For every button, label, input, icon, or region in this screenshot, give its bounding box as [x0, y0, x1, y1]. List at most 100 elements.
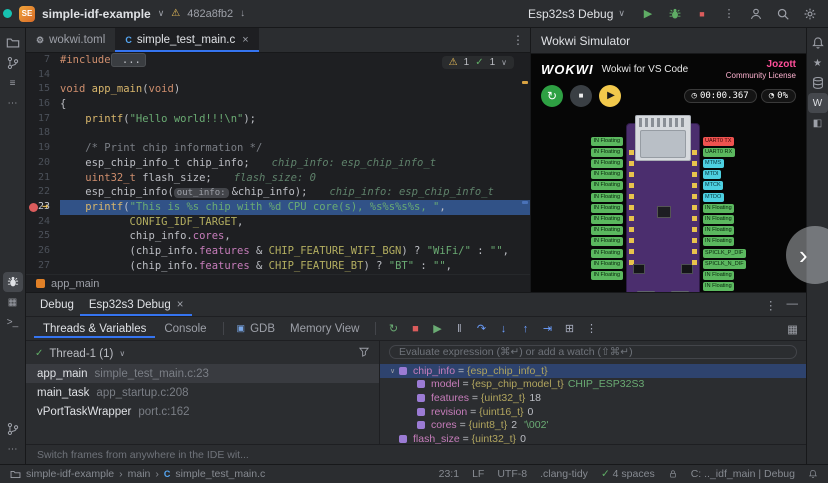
code-line[interactable]: 20 esp_chip_info_t chip_info;chip_info: …: [26, 156, 530, 171]
pin-label[interactable]: IN Floating: [591, 226, 623, 235]
breadcrumb[interactable]: simple-idf-example: [26, 468, 114, 480]
pin-label[interactable]: IN Floating: [591, 215, 623, 224]
pin-label[interactable]: IN Floating: [591, 260, 623, 269]
gutter-line-number[interactable]: 27: [26, 259, 60, 274]
pin-label[interactable]: MTDI: [703, 170, 721, 179]
code-line[interactable]: 19 /* Print chip information */: [26, 141, 530, 156]
pin-label[interactable]: MTCK: [703, 181, 724, 190]
pin-label[interactable]: IN Floating: [703, 271, 735, 280]
pin-label[interactable]: SPICLK_P_DIF: [703, 249, 746, 258]
tab-threads-variables[interactable]: Threads & Variables: [34, 320, 155, 338]
settings-gear-icon[interactable]: [800, 4, 820, 24]
gutter-line-number[interactable]: 22: [26, 185, 60, 200]
encoding[interactable]: UTF-8: [497, 468, 527, 480]
pin-label[interactable]: IN Floating: [591, 181, 623, 190]
gutter-line-number[interactable]: 28: [26, 273, 60, 274]
boot-button[interactable]: [681, 264, 693, 274]
gutter-line-number[interactable]: 17: [26, 112, 60, 127]
close-icon[interactable]: ×: [177, 299, 184, 311]
resume-icon[interactable]: ▶: [427, 320, 447, 338]
stack-frame-row[interactable]: main_taskapp_startup.c:208: [26, 383, 379, 402]
tab-console[interactable]: Console: [155, 320, 215, 338]
code-line[interactable]: 21 uint32_t flash_size;flash_size: 0: [26, 171, 530, 186]
gutter-line-number[interactable]: 20: [26, 156, 60, 171]
pin-label[interactable]: IN Floating: [703, 282, 735, 291]
evaluate-icon[interactable]: ⊞: [559, 320, 579, 338]
code-line[interactable]: 15void app_main(void): [26, 82, 530, 97]
project-folder-icon[interactable]: [3, 33, 23, 53]
editor-tab[interactable]: Csimple_test_main.c×: [115, 28, 258, 52]
layout-settings-icon[interactable]: ▦: [787, 322, 798, 336]
more-bottom-icon[interactable]: ⋯: [3, 439, 23, 459]
board-canvas[interactable]: IN Floating IN Floating IN Floating IN Floa…: [531, 111, 806, 292]
vcs-update-icon[interactable]: ↓: [240, 8, 245, 19]
line-ending[interactable]: LF: [472, 468, 484, 480]
variable-row[interactable]: model = {esp_chip_model_t}CHIP_ESP32S3: [380, 378, 806, 392]
code-line[interactable]: 26 (chip_info.features & CHIP_FEATURE_WI…: [26, 244, 530, 259]
code-line[interactable]: 25 chip_info.cores,: [26, 229, 530, 244]
debug-panel-title[interactable]: Debug: [34, 299, 80, 311]
step-into-icon[interactable]: ↓: [493, 320, 513, 338]
pin-label[interactable]: IN Floating: [591, 193, 623, 202]
search-icon[interactable]: [773, 4, 793, 24]
project-name[interactable]: simple-idf-example: [42, 7, 151, 21]
device-manager-icon[interactable]: ◧: [808, 113, 828, 133]
stack-frame-row[interactable]: app_mainsimple_test_main.c:23: [26, 364, 379, 383]
code-line[interactable]: 16{: [26, 97, 530, 112]
stop-button[interactable]: ■: [692, 4, 712, 24]
gutter-line-number[interactable]: 15: [26, 82, 60, 97]
gutter-line-number[interactable]: 24: [26, 215, 60, 230]
gutter-line-number[interactable]: 26: [26, 244, 60, 259]
pin-label[interactable]: IN Floating: [591, 148, 623, 157]
pin-label[interactable]: IN Floating: [703, 226, 735, 235]
wokwi-icon[interactable]: W: [808, 93, 828, 113]
pin-label[interactable]: UART0 TX: [703, 137, 734, 146]
play-simulation-button[interactable]: ▶: [599, 85, 621, 107]
more-options-icon[interactable]: ⋮: [581, 320, 601, 338]
run-to-cursor-icon[interactable]: ⇥: [537, 320, 557, 338]
step-over-icon[interactable]: ↷: [471, 320, 491, 338]
code-line[interactable]: 17 printf("Hello world!!!\n");: [26, 112, 530, 127]
code-line[interactable]: 23→ printf("This is %s chip with %d CPU …: [26, 200, 530, 215]
code-line[interactable]: 14: [26, 68, 530, 83]
more-actions-icon[interactable]: ⋮: [719, 4, 739, 24]
panel-more-icon[interactable]: ⋮: [765, 298, 777, 312]
readonly-lock-icon[interactable]: [668, 469, 678, 479]
reset-button[interactable]: [633, 264, 645, 274]
variable-row[interactable]: ∨chip_info = {esp_chip_info_t}: [380, 364, 806, 378]
inspections-widget[interactable]: ⚠1 ✓1 ∨: [442, 56, 514, 69]
restart-simulation-button[interactable]: ↻: [541, 85, 563, 107]
breadcrumb[interactable]: simple_test_main.c: [175, 468, 265, 480]
pin-label[interactable]: IN Floating: [591, 204, 623, 213]
run-configuration-selector[interactable]: Esp32s3 Debug ∨: [522, 5, 631, 23]
notifications-icon[interactable]: [808, 469, 818, 479]
breadcrumb[interactable]: app_main: [51, 278, 99, 290]
code-line[interactable]: 18: [26, 126, 530, 141]
tab-gdb[interactable]: ▣GDB: [231, 323, 281, 335]
gutter-line-number[interactable]: 16: [26, 97, 60, 112]
code-editor[interactable]: 7#include ...1415void app_main(void)16{1…: [26, 53, 530, 274]
version-control-icon[interactable]: [3, 419, 23, 439]
variable-row[interactable]: features = {uint32_t}18: [380, 391, 806, 405]
gutter-line-number[interactable]: 18: [26, 126, 60, 141]
gutter-line-number[interactable]: 7: [26, 53, 60, 68]
tab-memory-view[interactable]: Memory View: [281, 320, 368, 338]
pin-label[interactable]: IN Floating: [591, 249, 623, 258]
project-icon[interactable]: SE: [19, 6, 35, 22]
database-icon[interactable]: [808, 73, 828, 93]
debug-session-tab[interactable]: Esp32s3 Debug ×: [80, 293, 193, 316]
pin-label[interactable]: UART0 RX: [703, 148, 735, 157]
step-out-icon[interactable]: ↑: [515, 320, 535, 338]
gutter-line-number[interactable]: 19: [26, 141, 60, 156]
clang-tidy-status[interactable]: .clang-tidy: [540, 468, 588, 480]
structure-icon[interactable]: ≡: [3, 73, 23, 93]
gutter-line-number[interactable]: 14: [26, 68, 60, 83]
terminal-icon[interactable]: >_: [3, 312, 23, 332]
pin-label[interactable]: MTMS: [703, 159, 724, 168]
pin-label[interactable]: IN Floating: [703, 215, 735, 224]
vcs-commit-hash[interactable]: 482a8fb2: [187, 8, 233, 20]
code-line[interactable]: 28 (chip_info.features & CHIP_FEATURE_BL…: [26, 273, 530, 274]
editor-scroll-stripe[interactable]: [520, 53, 530, 274]
gutter-line-number[interactable]: 23→: [26, 200, 60, 215]
run-button[interactable]: ▶: [638, 4, 658, 24]
